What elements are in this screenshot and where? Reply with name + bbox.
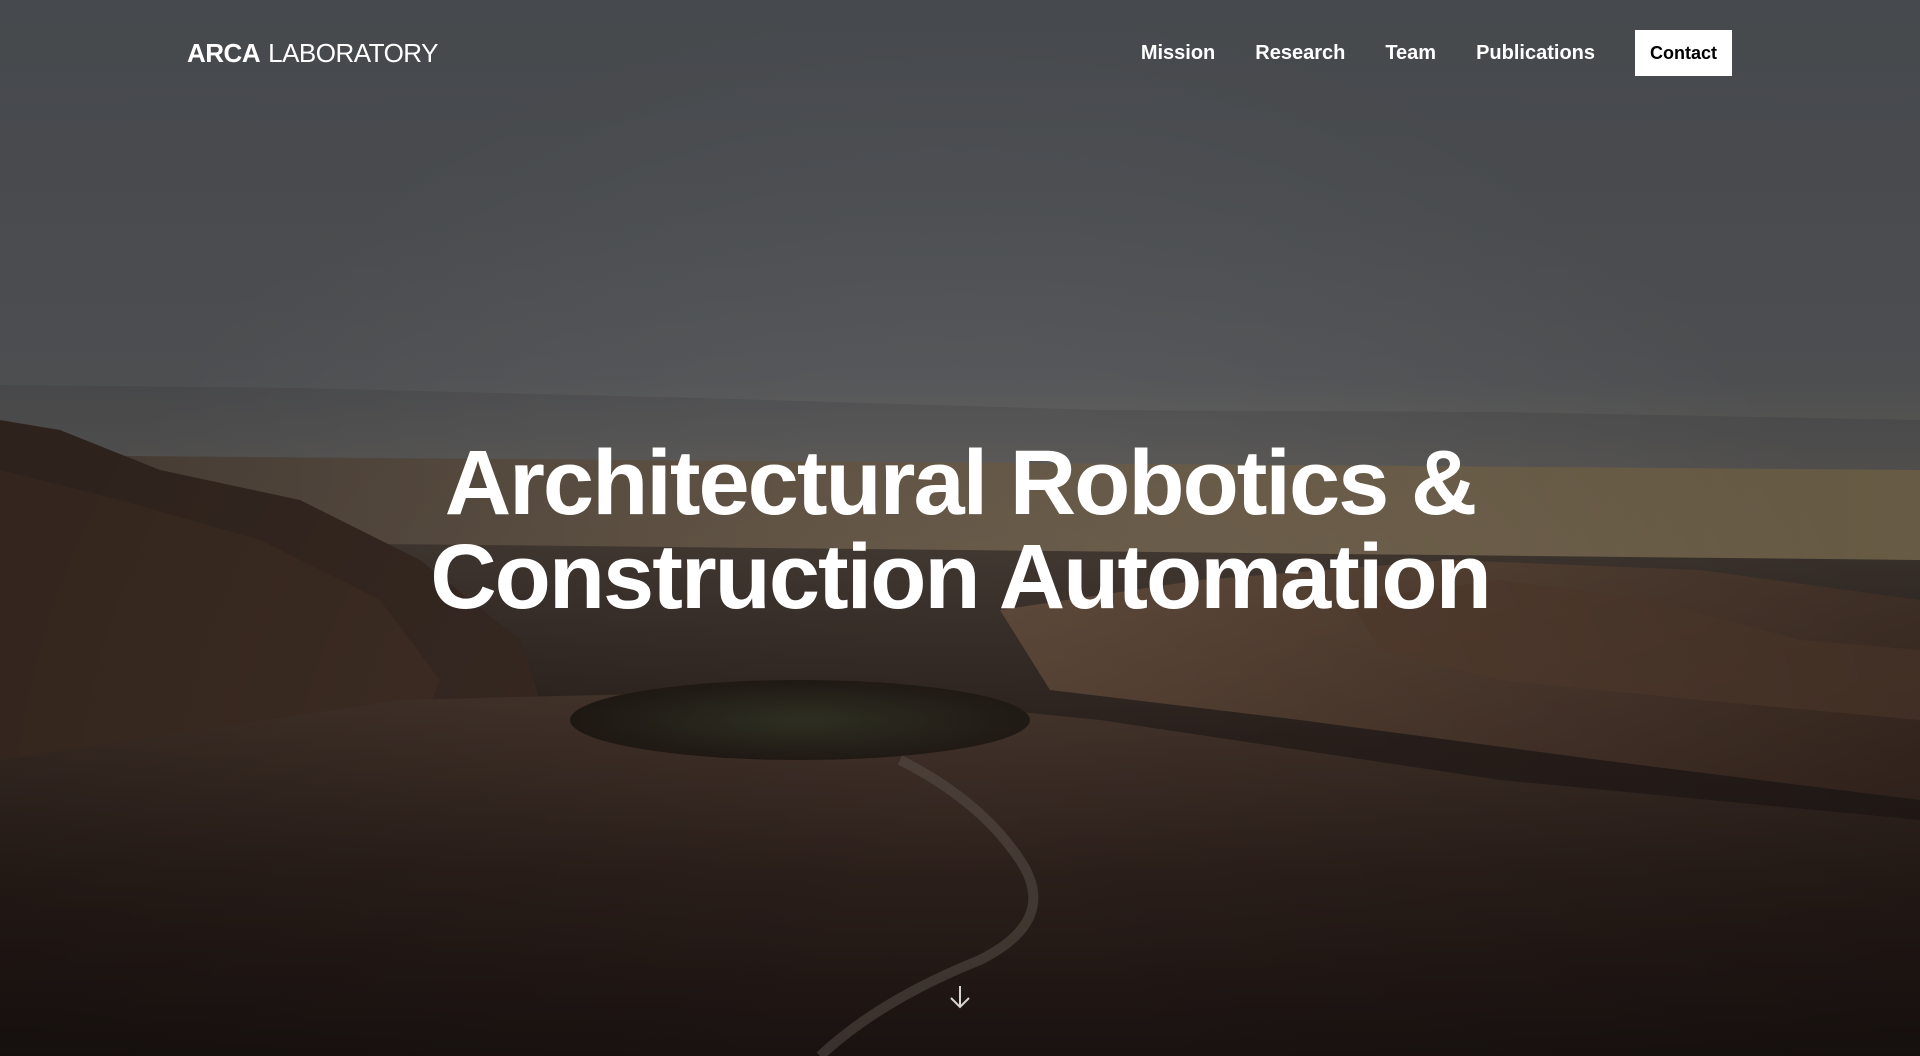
arrow-down-icon-graphic xyxy=(950,986,970,1009)
contact-button[interactable]: Contact xyxy=(1635,30,1732,76)
hero-title-line-1: Architectural Robotics & xyxy=(444,432,1478,534)
hero-title: Architectural Robotics & Construction Au… xyxy=(0,436,1920,624)
hero-section: ARCA LABORATORY Mission Research Team Pub… xyxy=(0,0,1920,1056)
brand-name-light: LABORATORY xyxy=(268,38,438,68)
nav-item-research[interactable]: Research xyxy=(1255,30,1345,76)
nav-item-team[interactable]: Team xyxy=(1385,30,1436,76)
brand-name-bold: ARCA xyxy=(187,38,261,68)
brand-logo[interactable]: ARCA LABORATORY xyxy=(187,38,438,68)
arrow-down-icon[interactable] xyxy=(948,984,972,1010)
top-navigation: ARCA LABORATORY Mission Research Team Pub… xyxy=(0,0,1920,108)
nav-item-publications[interactable]: Publications xyxy=(1476,30,1595,76)
nav-item-mission[interactable]: Mission xyxy=(1141,30,1215,76)
main-menu: Mission Research Team Publications Conta… xyxy=(1141,30,1732,76)
hero-title-line-2: Construction Automation xyxy=(430,526,1492,628)
